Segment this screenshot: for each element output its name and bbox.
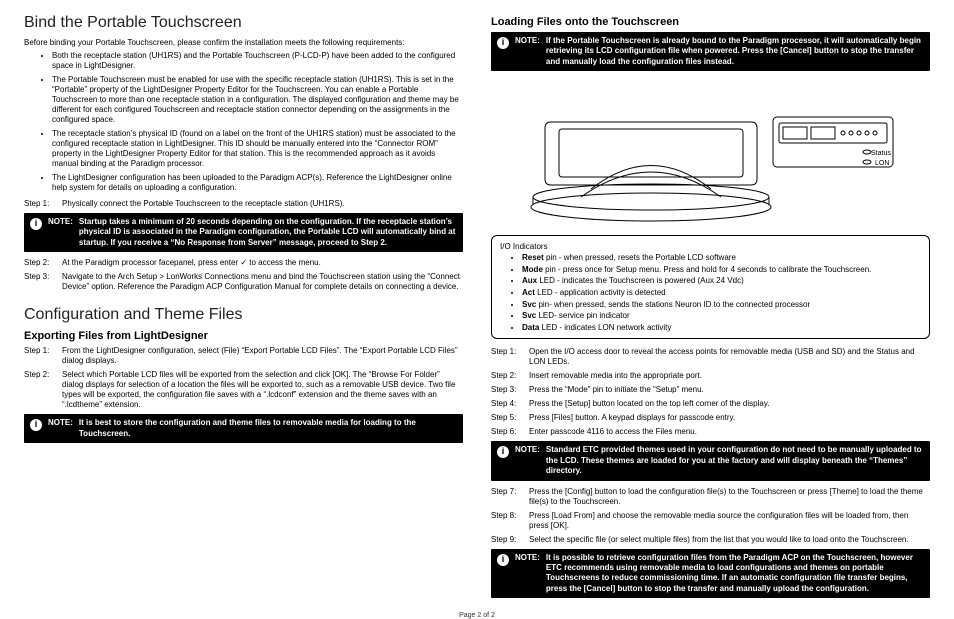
io-list: Reset pin - when pressed, resets the Por… (500, 253, 921, 332)
io-item: Reset pin - when pressed, resets the Por… (522, 253, 921, 263)
touchscreen-svg: Status LON (521, 77, 901, 227)
step-text: Open the I/O access door to reveal the a… (529, 347, 930, 367)
req-item: Both the receptacle station (UH1RS) and … (52, 51, 463, 71)
heading-bind: Bind the Portable Touchscreen (24, 14, 463, 32)
bind-requirements: Both the receptacle station (UH1RS) and … (24, 51, 463, 193)
step-text: Navigate to the Arch Setup > LonWorks Co… (62, 272, 463, 292)
note-text: It is possible to retrieve configuration… (546, 553, 924, 595)
step-label: Step 2: (491, 371, 529, 381)
step-row: Step 8:Press [Load From] and choose the … (491, 511, 930, 531)
step-text: Select which Portable LCD files will be … (62, 370, 463, 410)
io-item: Mode pin - press once for Setup menu. Pr… (522, 265, 921, 275)
step-label: Step 6: (491, 427, 529, 437)
step-label: Step 3: (491, 385, 529, 395)
step-row: Step 9:Select the specific file (or sele… (491, 535, 930, 545)
step-row: Step 2:Insert removable media into the a… (491, 371, 930, 381)
step-row: Step 2: At the Paradigm processor facepa… (24, 258, 463, 268)
note-label: NOTE: (515, 553, 540, 595)
heading-export: Exporting Files from LightDesigner (24, 330, 463, 342)
right-column: Loading Files onto the Touchscreen i NOT… (491, 14, 930, 604)
step-text: From the LightDesigner configuration, se… (62, 346, 463, 366)
step-text: Insert removable media into the appropri… (529, 371, 930, 381)
step-row: Step 5:Press [Files] button. A keypad di… (491, 413, 930, 423)
step-row: Step 1: Physically connect the Portable … (24, 199, 463, 209)
page: Bind the Portable Touchscreen Before bin… (0, 0, 954, 610)
step-label: Step 2: (24, 258, 62, 268)
note-label: NOTE: (48, 217, 73, 248)
step-label: Step 3: (24, 272, 62, 292)
step-text: Press [Load From] and choose the removab… (529, 511, 930, 531)
note-startup: i NOTE: Startup takes a minimum of 20 se… (24, 213, 463, 252)
note-text: It is best to store the configuration an… (79, 418, 457, 439)
step-label: Step 7: (491, 487, 529, 507)
note-text: If the Portable Touchscreen is already b… (546, 36, 924, 67)
heading-config: Configuration and Theme Files (24, 306, 463, 324)
info-icon: i (497, 446, 509, 458)
note-text: Startup takes a minimum of 20 seconds de… (79, 217, 457, 248)
req-item: The Portable Touchscreen must be enabled… (52, 75, 463, 125)
bind-lead: Before binding your Portable Touchscreen… (24, 38, 463, 47)
step-row: Step 2: Select which Portable LCD files … (24, 370, 463, 410)
left-column: Bind the Portable Touchscreen Before bin… (24, 14, 463, 604)
step-text: Press the [Config] button to load the co… (529, 487, 930, 507)
step-text: Enter passcode 4116 to access the Files … (529, 427, 930, 437)
svg-text:Status: Status (871, 150, 891, 157)
note-auto-retrieve: i NOTE: If the Portable Touchscreen is a… (491, 32, 930, 71)
step-label: Step 2: (24, 370, 62, 410)
req-item: The receptacle station’s physical ID (fo… (52, 129, 463, 169)
info-icon: i (30, 218, 42, 230)
step-row: Step 3: Navigate to the Arch Setup > Lon… (24, 272, 463, 292)
step-text: Press the “Mode” pin to initiate the “Se… (529, 385, 930, 395)
step-text: Press the [Setup] button located on the … (529, 399, 930, 409)
note-label: NOTE: (515, 36, 540, 67)
step-text: At the Paradigm processor facepanel, pre… (62, 258, 463, 268)
note-themes: i NOTE: Standard ETC provided themes use… (491, 441, 930, 480)
step-label: Step 1: (491, 347, 529, 367)
step-label: Step 1: (24, 346, 62, 366)
load-steps-d: Step 1:Open the I/O access door to revea… (491, 347, 930, 437)
svg-text:LON: LON (875, 160, 889, 167)
step-label: Step 4: (491, 399, 529, 409)
io-item: Aux LED - indicates the Touchscreen is p… (522, 276, 921, 286)
io-indicators-box: I/O Indicators Reset pin - when pressed,… (491, 235, 930, 339)
io-item: Svc LED- service pin indicator (522, 311, 921, 321)
step-text: Press [Files] button. A keypad displays … (529, 413, 930, 423)
load-steps-e: Step 7:Press the [Config] button to load… (491, 487, 930, 545)
device-illustration: Status LON (491, 77, 930, 227)
step-label: Step 5: (491, 413, 529, 423)
bind-steps-b: Step 2: At the Paradigm processor facepa… (24, 258, 463, 292)
step-row: Step 3:Press the “Mode” pin to initiate … (491, 385, 930, 395)
step-label: Step 9: (491, 535, 529, 545)
step-row: Step 7:Press the [Config] button to load… (491, 487, 930, 507)
io-title: I/O Indicators (500, 242, 921, 251)
info-icon: i (497, 554, 509, 566)
io-item: Svc pin- when pressed, sends the station… (522, 300, 921, 310)
step-row: Step 4:Press the [Setup] button located … (491, 399, 930, 409)
io-item: Data LED - indicates LON network activit… (522, 323, 921, 333)
step-row: Step 6:Enter passcode 4116 to access the… (491, 427, 930, 437)
note-retrieve-acp: i NOTE: It is possible to retrieve confi… (491, 549, 930, 599)
note-store-media: i NOTE: It is best to store the configur… (24, 414, 463, 443)
step-text: Physically connect the Portable Touchscr… (62, 199, 463, 209)
step-row: Step 1:Open the I/O access door to revea… (491, 347, 930, 367)
note-text: Standard ETC provided themes used in you… (546, 445, 924, 476)
heading-loading: Loading Files onto the Touchscreen (491, 16, 930, 28)
req-item: The LightDesigner configuration has been… (52, 173, 463, 193)
note-label: NOTE: (48, 418, 73, 439)
info-icon: i (30, 419, 42, 431)
step-label: Step 1: (24, 199, 62, 209)
export-steps: Step 1: From the LightDesigner configura… (24, 346, 463, 410)
step-text: Select the specific file (or select mult… (529, 535, 930, 545)
io-item: Act LED - application activity is detect… (522, 288, 921, 298)
info-icon: i (497, 37, 509, 49)
step-row: Step 1: From the LightDesigner configura… (24, 346, 463, 366)
note-label: NOTE: (515, 445, 540, 476)
step-label: Step 8: (491, 511, 529, 531)
bind-steps-a: Step 1: Physically connect the Portable … (24, 199, 463, 209)
